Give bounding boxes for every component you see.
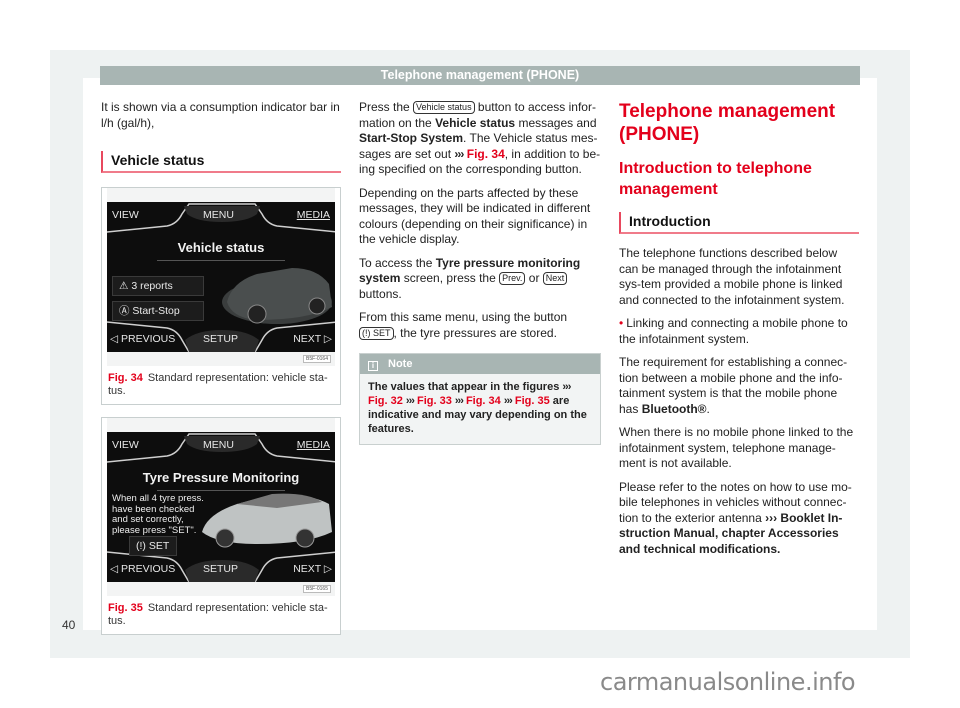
section-heading-introduction: Introduction xyxy=(619,212,859,234)
figure-code: B5F-0165 xyxy=(303,585,331,593)
screen-setup-button: SETUP xyxy=(203,562,239,575)
screen-setup-button: SETUP xyxy=(203,332,239,345)
screen-title: Vehicle status xyxy=(177,240,265,255)
paragraph: The requirement for establishing a conne… xyxy=(619,355,848,416)
vehicle-status-key: Vehicle status xyxy=(413,101,475,114)
info-icon: i xyxy=(368,361,378,371)
next-key: Next xyxy=(542,272,568,285)
screen-menu-button: MENU xyxy=(203,209,234,221)
screen-message: When all 4 tyre press. have been checked… xyxy=(112,493,204,536)
paragraph: Depending on the parts affected by these… xyxy=(359,185,591,247)
screen-start-stop-button: Ⓐ Start-Stop xyxy=(112,301,204,321)
note-body: The values that appear in the figures ››… xyxy=(368,381,587,435)
screen-view-button: VIEW xyxy=(112,439,139,451)
paragraph: Press the Vehicle status button to acces… xyxy=(359,100,601,176)
fig-34-link[interactable]: Fig. 34 xyxy=(467,147,505,161)
figure-caption: Fig. 35 Standard representation: vehicle … xyxy=(108,602,328,627)
paragraph: The telephone functions described below … xyxy=(619,246,845,307)
start-stop-icon: Ⓐ xyxy=(119,305,130,317)
column-1: It is shown via a consumption indicator … xyxy=(101,100,341,635)
column-2: Press the Vehicle status button to acces… xyxy=(359,100,601,445)
column-3: Telephone management (PHONE) Introductio… xyxy=(619,100,859,565)
screen-previous-button: ◁ PREVIOUS xyxy=(110,562,176,575)
section-title: Introduction to telephone management xyxy=(619,160,812,198)
fig-32-link[interactable]: Fig. 32 xyxy=(368,395,403,407)
chapter-title: Telephone management (PHONE) xyxy=(619,101,836,145)
set-key: (!) SET xyxy=(359,326,394,340)
paragraph: When there is no mobile phone linked to … xyxy=(619,425,854,470)
paragraph: From this same menu, using the button (!… xyxy=(359,310,568,340)
section-heading-vehicle-status: Vehicle status xyxy=(101,151,341,173)
screen-previous-button: ◁ PREVIOUS xyxy=(110,332,176,345)
screen-media-button: MEDIA xyxy=(296,439,330,451)
figure-code: B5F-0164 xyxy=(303,355,331,363)
screen-menu-button: MENU xyxy=(203,439,234,451)
watermark: carmanualsonline.info xyxy=(600,668,856,696)
bullet-item: • Linking and connecting a mobile phone t… xyxy=(619,316,848,346)
page-header: Telephone management (PHONE) xyxy=(100,66,860,85)
warning-icon: ⚠ xyxy=(119,280,129,292)
paragraph: To access the Tyre pressure monitoring s… xyxy=(359,255,581,301)
figure-caption: Fig. 34 Standard representation: vehicle … xyxy=(108,372,328,397)
vehicle-status-screen: VIEW MENU MEDIA Vehicle status ⚠ 3 repor… xyxy=(107,202,335,352)
tyre-pressure-icon: (!) xyxy=(136,540,146,552)
fig-34-link[interactable]: Fig. 34 xyxy=(466,395,501,407)
screen-reports-button: ⚠ 3 reports xyxy=(112,276,204,296)
note-box: i Note The values that appear in the figu… xyxy=(359,353,601,445)
figure-number: Fig. 34 xyxy=(108,372,143,384)
bullet-icon: • xyxy=(619,316,624,330)
figure-number: Fig. 35 xyxy=(108,602,143,614)
screen-set-button: (!) SET xyxy=(129,536,177,556)
screen-next-button: NEXT ▷ xyxy=(293,332,332,345)
fig-33-link[interactable]: Fig. 33 xyxy=(417,395,452,407)
screen-next-button: NEXT ▷ xyxy=(293,562,332,575)
figure-35: VIEW MENU MEDIA Tyre Pressure Monitoring… xyxy=(101,417,341,635)
note-header: i Note xyxy=(360,354,600,374)
prev-key: Prev. xyxy=(499,272,526,285)
figure-34: VIEW MENU MEDIA Vehicle status ⚠ 3 repor… xyxy=(101,187,341,405)
page-number: 40 xyxy=(62,618,76,632)
tyre-pressure-screen: VIEW MENU MEDIA Tyre Pressure Monitoring… xyxy=(107,432,335,582)
screen-media-button: MEDIA xyxy=(296,209,330,221)
intro-text: It is shown via a consumption indicator … xyxy=(101,100,340,130)
paragraph: Please refer to the notes on how to use … xyxy=(619,479,852,556)
screen-title: Tyre Pressure Monitoring xyxy=(142,470,300,485)
fig-35-link[interactable]: Fig. 35 xyxy=(515,395,550,407)
